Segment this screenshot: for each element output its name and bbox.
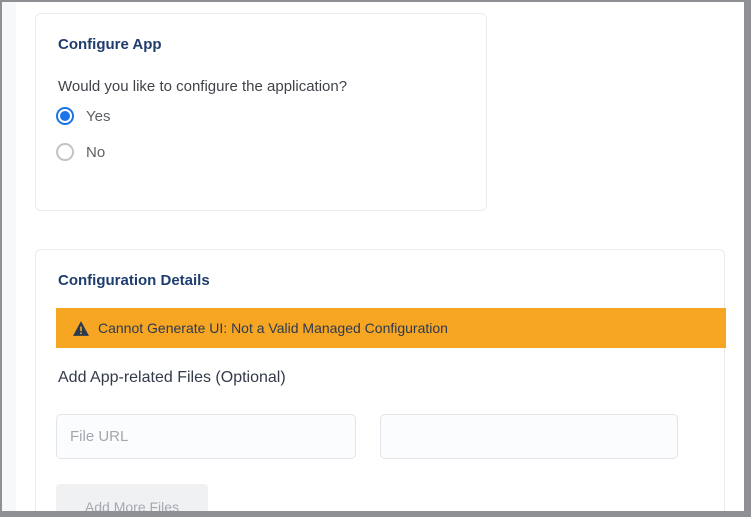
radio-no-label: No (86, 144, 105, 161)
warning-triangle-icon (73, 321, 89, 336)
radio-option-no[interactable]: No (56, 143, 105, 161)
file-url-input[interactable] (56, 414, 356, 459)
warning-banner: Cannot Generate UI: Not a Valid Managed … (56, 308, 726, 348)
configuration-details-title: Configuration Details (58, 272, 210, 289)
page-left-gutter (2, 2, 16, 519)
vertical-scrollbar[interactable] (744, 0, 751, 517)
radio-no-input[interactable] (56, 143, 74, 161)
window-border-left (0, 0, 2, 519)
radio-option-yes[interactable]: Yes (56, 107, 110, 125)
app-window: Configure App Would you like to configur… (0, 0, 752, 519)
configure-question: Would you like to configure the applicat… (58, 78, 347, 95)
window-border-top (0, 0, 752, 2)
configure-app-card: Configure App Would you like to configur… (35, 13, 487, 211)
configuration-details-card: Configuration Details Cannot Generate UI… (35, 249, 725, 519)
file-second-input[interactable] (380, 414, 678, 459)
configure-app-title: Configure App (58, 36, 162, 53)
warning-message: Cannot Generate UI: Not a Valid Managed … (98, 320, 448, 336)
radio-yes-label: Yes (86, 108, 110, 125)
files-section-label: Add App-related Files (Optional) (58, 369, 286, 387)
radio-yes-input[interactable] (56, 107, 74, 125)
